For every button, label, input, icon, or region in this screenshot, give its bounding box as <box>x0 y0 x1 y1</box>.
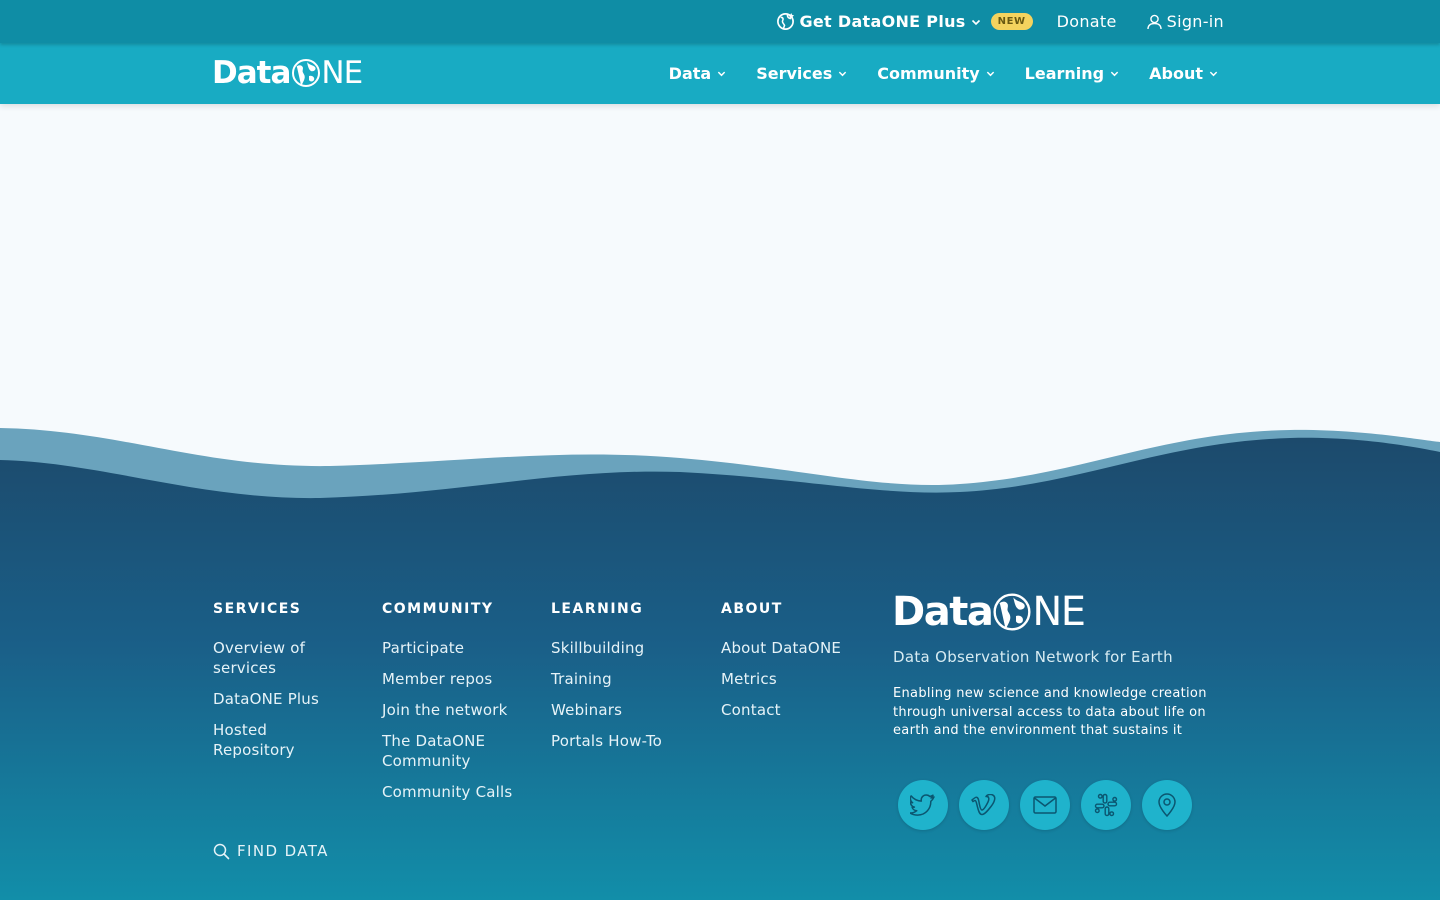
footer-link-metrics[interactable]: Metrics <box>721 669 871 689</box>
footer-link-member-repos[interactable]: Member repos <box>382 669 532 689</box>
chevron-down-icon <box>1209 69 1218 78</box>
mail-button[interactable] <box>1020 780 1070 830</box>
nav-item-label: Data <box>668 64 712 83</box>
footer-link-dataone-plus[interactable]: DataONE Plus <box>213 689 363 709</box>
nav-item-about[interactable]: About <box>1149 64 1218 83</box>
mail-icon <box>1033 796 1057 814</box>
location-pin-icon <box>1157 793 1177 817</box>
social-links <box>898 780 1203 830</box>
nav-item-learning[interactable]: Learning <box>1025 64 1119 83</box>
user-icon <box>1146 14 1162 30</box>
logo-text-ne: NE <box>1032 589 1086 635</box>
footer-link-participate[interactable]: Participate <box>382 638 532 658</box>
footer-heading: LEARNING <box>551 601 644 617</box>
slack-icon <box>1094 793 1118 817</box>
logo-text-data: Data <box>212 55 291 91</box>
footer-link-contact[interactable]: Contact <box>721 700 871 720</box>
nav-item-label: About <box>1149 64 1203 83</box>
chevron-down-icon <box>1110 69 1119 78</box>
footer-column-about: ABOUT About DataONE Metrics Contact <box>721 600 871 731</box>
get-dataone-plus-label: Get DataONE Plus <box>799 12 966 31</box>
footer: SERVICES Overview of services DataONE Pl… <box>0 0 1440 900</box>
main-navbar: Data NE Data Services Community Learning <box>0 43 1440 104</box>
dataone-logo[interactable]: Data NE <box>212 53 363 93</box>
nav-item-label: Services <box>756 64 833 83</box>
footer-link-hosted-repository[interactable]: Hosted Repository <box>213 720 323 760</box>
footer-link-webinars[interactable]: Webinars <box>551 700 701 720</box>
sign-in-link[interactable]: Sign-in <box>1146 12 1224 31</box>
footer-heading: COMMUNITY <box>382 601 494 617</box>
nav-item-data[interactable]: Data <box>669 64 727 83</box>
twitter-button[interactable] <box>898 780 948 830</box>
footer-link-the-dataone-community[interactable]: The DataONE Community <box>382 731 507 771</box>
footer-heading: ABOUT <box>721 601 783 617</box>
chevron-down-icon <box>971 17 981 27</box>
twitter-icon <box>910 794 936 816</box>
footer-link-training[interactable]: Training <box>551 669 701 689</box>
nav-item-label: Community <box>877 64 980 83</box>
logo-text-data: Data <box>892 589 994 635</box>
vimeo-button[interactable] <box>959 780 1009 830</box>
footer-dataone-logo[interactable]: Data NE <box>892 589 1232 635</box>
slack-button[interactable] <box>1081 780 1131 830</box>
footer-column-learning: LEARNING Skillbuilding Training Webinars… <box>551 600 701 762</box>
chevron-down-icon <box>986 69 995 78</box>
footer-link-about-dataone[interactable]: About DataONE <box>721 638 881 658</box>
footer-heading: SERVICES <box>213 601 302 617</box>
sign-in-label: Sign-in <box>1166 12 1224 31</box>
get-dataone-plus-menu[interactable]: Get DataONE Plus NEW <box>776 12 1033 31</box>
primary-navigation: Data Services Community Learning About <box>639 43 1218 104</box>
search-icon <box>213 843 230 860</box>
footer-column-services: SERVICES Overview of services DataONE Pl… <box>213 600 363 771</box>
footer-link-community-calls[interactable]: Community Calls <box>382 782 532 802</box>
nav-item-services[interactable]: Services <box>756 64 847 83</box>
footer-column-community: COMMUNITY Participate Member repos Join … <box>382 600 532 813</box>
footer-link-join-the-network[interactable]: Join the network <box>382 700 532 720</box>
chevron-down-icon <box>717 69 726 78</box>
globe-logo-icon <box>992 592 1032 632</box>
location-button[interactable] <box>1142 780 1192 830</box>
footer-brand: Data NE Data Observation Network for Ear… <box>892 589 1232 741</box>
nav-item-label: Learning <box>1024 64 1105 83</box>
find-data-label: FIND DATA <box>237 842 329 860</box>
globe-logo-icon <box>291 58 321 88</box>
utility-links: Get DataONE Plus NEW Donate Sign-in <box>776 0 1224 43</box>
globe-icon <box>776 12 795 31</box>
brand-description: Enabling new science and knowledge creat… <box>893 686 1207 738</box>
footer-link-portals-how-to[interactable]: Portals How-To <box>551 731 701 751</box>
nav-item-community[interactable]: Community <box>877 64 994 83</box>
logo-text-ne: NE <box>321 55 363 91</box>
brand-tagline: Data Observation Network for Earth <box>893 648 1173 666</box>
utility-bar: Get DataONE Plus NEW Donate Sign-in <box>0 0 1440 43</box>
footer-link-skillbuilding[interactable]: Skillbuilding <box>551 638 701 658</box>
chevron-down-icon <box>838 69 847 78</box>
footer-link-overview-of-services[interactable]: Overview of services <box>213 638 323 678</box>
donate-link[interactable]: Donate <box>1057 12 1117 31</box>
find-data-link[interactable]: FIND DATA <box>213 842 329 860</box>
vimeo-icon <box>971 794 997 816</box>
new-badge: NEW <box>990 13 1033 30</box>
